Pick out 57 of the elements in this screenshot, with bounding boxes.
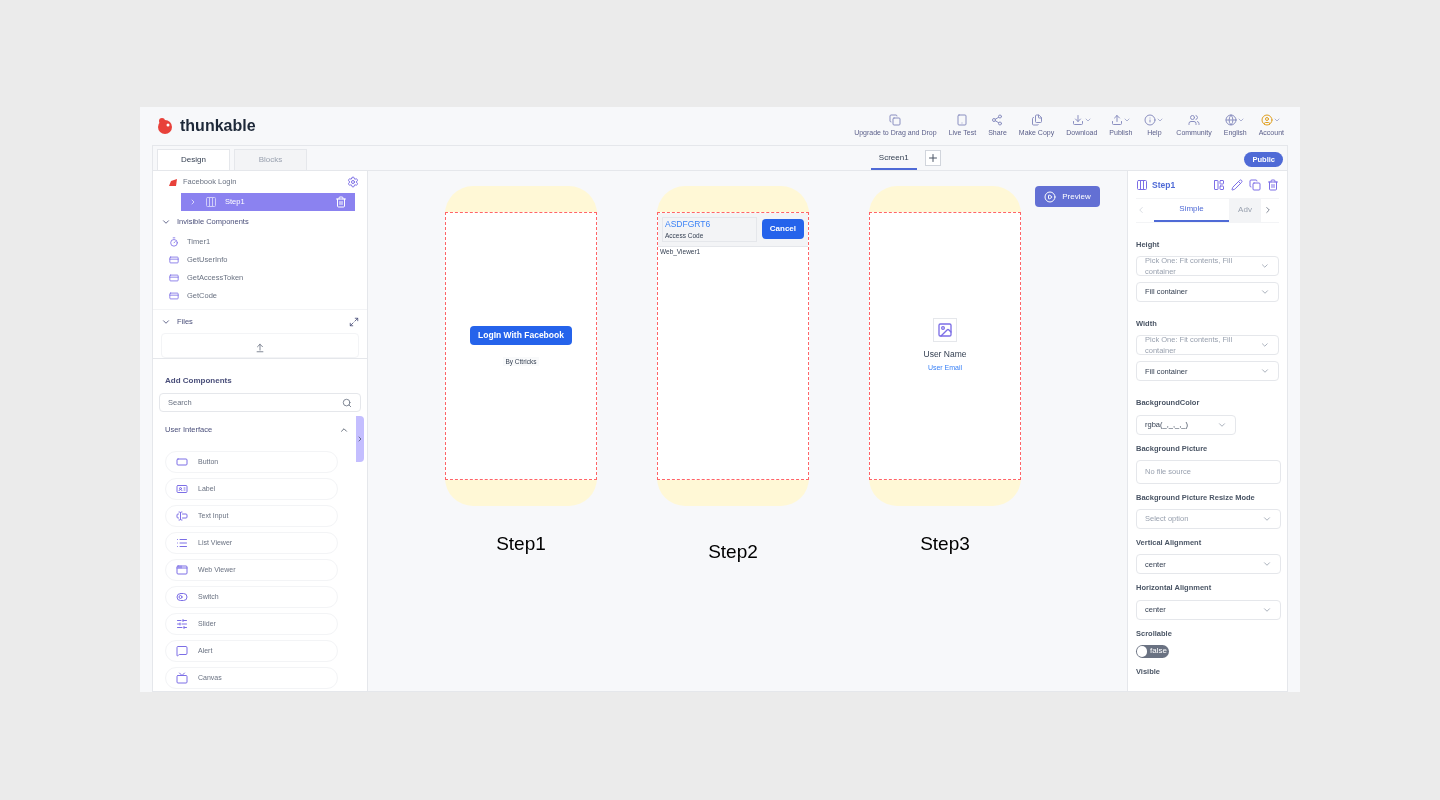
timer-icon — [169, 237, 179, 247]
info-icon — [1144, 113, 1157, 126]
user-name-text: User Name — [923, 348, 967, 362]
button-icon — [176, 456, 188, 469]
globe-icon — [1225, 113, 1238, 126]
copy-icon — [889, 113, 902, 126]
download-icon — [1071, 113, 1084, 126]
columns-icon — [205, 196, 217, 208]
chevron-right-icon[interactable] — [1263, 205, 1273, 216]
logo-icon — [156, 117, 174, 135]
play-icon — [1044, 190, 1057, 203]
trash-icon[interactable] — [335, 196, 347, 208]
expand-arrows-icon[interactable] — [349, 316, 359, 327]
preview-button[interactable]: Preview — [1035, 186, 1100, 207]
login-button[interactable]: LogIn With Facebook — [470, 325, 572, 345]
copy-icon — [1030, 113, 1043, 126]
logo-text: thunkable — [180, 116, 256, 136]
settings-icon[interactable] — [347, 176, 359, 188]
access-code-value: ASDFGRT6 — [664, 218, 712, 231]
chevron-down-icon — [1260, 287, 1270, 297]
list-icon — [176, 537, 188, 550]
chevron-down-icon — [1262, 514, 1272, 524]
chevron-down-icon — [1260, 261, 1270, 271]
search-icon — [342, 397, 352, 408]
editor-tab[interactable]: Design — [157, 149, 230, 170]
tablet-icon — [956, 113, 969, 126]
step-caption: Step1 — [496, 532, 546, 556]
screen-tab[interactable]: Screen1 — [870, 152, 917, 170]
share-icon — [991, 113, 1004, 126]
cancel-button[interactable]: Cancel — [761, 219, 804, 240]
upload-icon — [255, 343, 265, 353]
upload-icon — [1110, 113, 1123, 126]
canvas-icon — [176, 672, 188, 685]
step-caption: Step2 — [708, 540, 758, 564]
users-icon — [1188, 113, 1201, 126]
panel-toggle-tab[interactable] — [356, 416, 364, 462]
window-icon — [176, 564, 188, 577]
toggle-icon — [176, 591, 188, 604]
slider-icon — [176, 618, 188, 631]
layout-icon[interactable] — [1213, 179, 1225, 192]
component-title: Step1 — [1152, 179, 1176, 192]
add-screen-button[interactable] — [924, 150, 941, 166]
plus-icon — [926, 152, 939, 164]
text-input-icon — [176, 510, 188, 523]
expand-icon — [189, 198, 197, 206]
trash-icon[interactable] — [1267, 179, 1279, 192]
columns-icon — [1136, 179, 1148, 192]
edit-icon[interactable] — [1231, 179, 1243, 192]
add-components-title: Add Components — [164, 375, 233, 387]
step-caption: Step3 — [920, 532, 970, 556]
chevron-right-icon — [356, 435, 364, 443]
collapse-icon[interactable] — [161, 217, 171, 227]
scrollable-toggle[interactable]: false — [1136, 644, 1169, 658]
label-icon — [176, 483, 188, 496]
screen-icon — [169, 178, 177, 186]
copy-icon[interactable] — [1249, 179, 1261, 192]
avatar-icon — [1261, 113, 1274, 126]
